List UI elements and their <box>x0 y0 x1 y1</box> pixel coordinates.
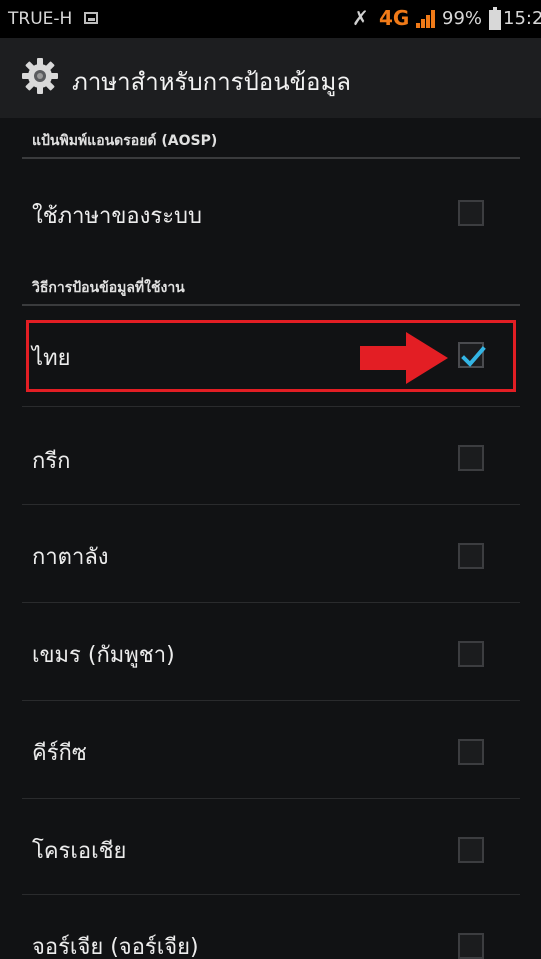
checkbox-greek[interactable] <box>458 445 484 471</box>
network-type: 4G <box>379 6 410 30</box>
clock: 15:26 <box>503 8 541 29</box>
list-item-georgian[interactable]: จอร์เจีย (จอร์เจีย) <box>0 895 541 959</box>
screen: TRUE-H ✗ 4G 99% 15:26 <box>0 0 541 959</box>
section-header-active-input: วิธีการป้อนข้อมูลที่ใช้งาน <box>32 280 185 296</box>
image-notification-icon <box>84 12 98 24</box>
list-item-greek[interactable]: กรีก <box>0 407 541 505</box>
section-header-keyboard: แป้นพิมพ์แอนดรอยด์ (AOSP) <box>32 133 218 149</box>
list-item-catalan[interactable]: กาตาลัง <box>0 505 541 603</box>
checkbox-system-language[interactable] <box>458 200 484 226</box>
list-item-kyrgyz[interactable]: คีร์กีซ <box>0 701 541 799</box>
page-title: ภาษาสำหรับการป้อนข้อมูล <box>72 68 351 96</box>
signal-icon <box>416 10 436 28</box>
checkbox-georgian[interactable] <box>458 933 484 959</box>
mute-icon: ✗ <box>352 6 369 30</box>
gear-icon[interactable] <box>20 56 60 96</box>
battery-icon <box>489 7 501 30</box>
list-item-label: กาตาลัง <box>32 545 109 570</box>
list-item-system-language[interactable]: ใช้ภาษาของระบบ <box>0 160 541 265</box>
battery-percent: 99% <box>442 8 483 29</box>
list-item-label: โครเอเชีย <box>32 839 127 864</box>
section-divider <box>22 157 520 159</box>
list-item-khmer[interactable]: เขมร (กัมพูชา) <box>0 603 541 701</box>
carrier-label: TRUE-H <box>8 9 73 29</box>
arrow-right-icon <box>360 332 448 384</box>
status-bar: TRUE-H ✗ 4G 99% 15:26 <box>0 0 541 38</box>
list-item-croatian[interactable]: โครเอเชีย <box>0 799 541 897</box>
checkbox-kyrgyz[interactable] <box>458 739 484 765</box>
checkbox-croatian[interactable] <box>458 837 484 863</box>
list-item-label: กรีก <box>32 449 71 474</box>
list-item-label: ใช้ภาษาของระบบ <box>32 204 202 229</box>
checkbox-khmer[interactable] <box>458 641 484 667</box>
list-item-label: เขมร (กัมพูชา) <box>32 643 175 668</box>
action-bar: ภาษาสำหรับการป้อนข้อมูล <box>0 38 541 118</box>
list-item-label: คีร์กีซ <box>32 741 87 766</box>
checkbox-catalan[interactable] <box>458 543 484 569</box>
list-item-label: จอร์เจีย (จอร์เจีย) <box>32 935 199 959</box>
